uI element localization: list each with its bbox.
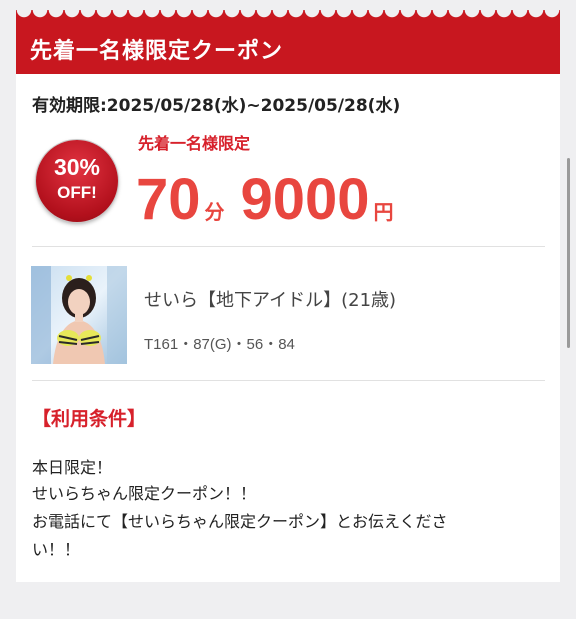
- coupon-header: 先着一名様限定クーポン: [16, 10, 560, 74]
- duration-unit: 分: [204, 202, 225, 224]
- condition-line: 本日限定！: [32, 458, 113, 477]
- price-value: 9000: [240, 167, 370, 232]
- coupon-header-title: 先着一名様限定クーポン: [30, 39, 284, 64]
- duration-value: 70: [136, 167, 201, 232]
- condition-line: お電話にて【せいらちゃん限定クーポン】とお伝えくださ: [32, 512, 448, 531]
- coupon-card: 先着一名様限定クーポン 有効期限:2025/05/28(水)~2025/05/2…: [16, 10, 560, 582]
- conditions-title: 【利用条件】: [32, 408, 147, 430]
- cast-measurements: T161・87(G)・56・84: [144, 336, 295, 353]
- scrollbar[interactable]: [567, 158, 570, 348]
- condition-line: せいらちゃん限定クーポン！！: [32, 484, 257, 503]
- first-customer-label: 先着一名様限定: [138, 134, 251, 153]
- discount-badge: 30% OFF!: [36, 140, 118, 222]
- condition-line: い！！: [32, 540, 81, 559]
- divider: [32, 246, 545, 247]
- validity-period: 有効期限:2025/05/28(水)~2025/05/28(水): [32, 96, 401, 116]
- cast-photo-icon: [31, 266, 127, 364]
- price-unit: 円: [373, 202, 394, 224]
- discount-off-label: OFF!: [57, 183, 97, 202]
- price-row: 70 分 9000 円: [136, 166, 410, 236]
- scalloped-edge: [16, 10, 560, 22]
- cast-name[interactable]: せいら【地下アイドル】(21歳): [144, 286, 396, 312]
- divider: [32, 380, 545, 381]
- cast-thumbnail[interactable]: [31, 266, 127, 364]
- discount-percent: 30%: [53, 154, 101, 180]
